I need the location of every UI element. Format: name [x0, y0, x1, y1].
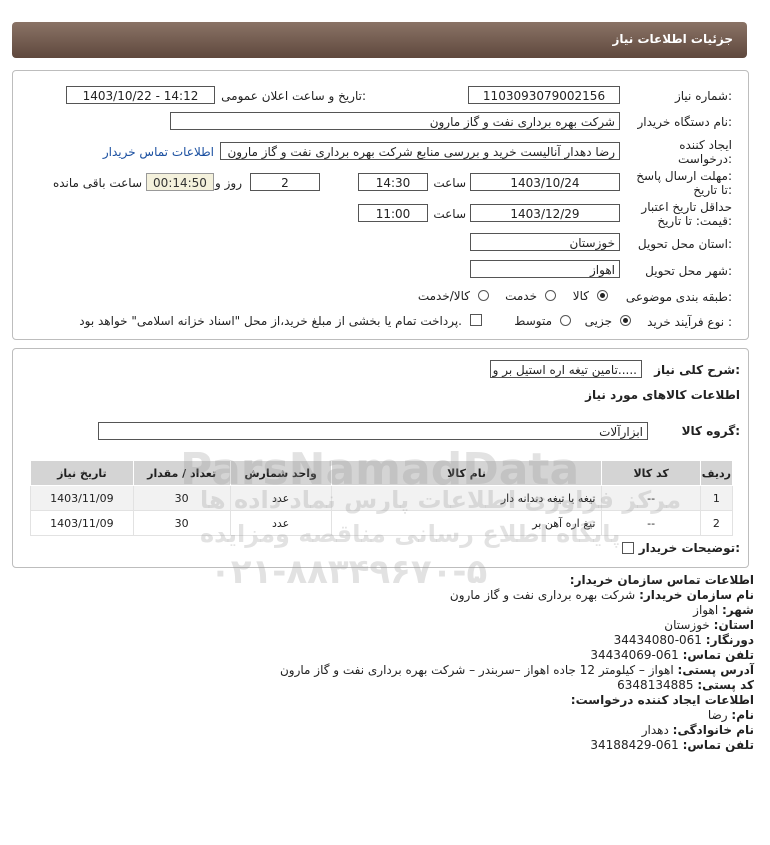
- col-qty: تعداد / مقدار: [132, 460, 231, 486]
- col-name: نام کالا: [330, 460, 603, 486]
- deadline-days-field[interactable]: 2: [250, 173, 320, 191]
- category-service-radio[interactable]: [545, 290, 556, 301]
- cell-unit: عدد: [229, 510, 332, 536]
- cell-date: 1403/11/09: [30, 485, 134, 511]
- cell-code: --: [601, 510, 701, 536]
- cell-date: 1403/11/09: [30, 510, 134, 536]
- province-field[interactable]: خوزستان: [470, 233, 620, 251]
- validity-time-label: ساعت: [433, 207, 466, 221]
- cell-name: تیغه یا تیغه دندانه دار: [330, 485, 603, 511]
- contact-org: نام سازمان خریدار: شرکت بهره برداری نفت …: [449, 588, 754, 602]
- col-row: ردیف: [699, 460, 734, 486]
- items-title: اطلاعات کالاهای مورد نیاز: [585, 388, 740, 402]
- process-medium-label: متوسط: [514, 314, 552, 328]
- requester-label-1: ایجاد کننده: [679, 138, 732, 152]
- deadline-label-2: تا تاریخ:: [693, 183, 732, 197]
- page-header: جزئیات اطلاعات نیاز: [12, 22, 747, 58]
- requester-field[interactable]: رضا دهدار آنالیست خرید و بررسی منابع شرک…: [220, 142, 620, 160]
- contact-title: اطلاعات تماس سازمان خریدار:: [569, 573, 754, 587]
- validity-date-field[interactable]: 1403/12/29: [470, 204, 620, 222]
- validity-label-1: حداقل تاریخ اعتبار: [641, 200, 732, 214]
- category-goods-radio[interactable]: [597, 290, 608, 301]
- process-minor-label: جزیی: [584, 314, 612, 328]
- city-label: شهر محل تحویل:: [645, 264, 732, 278]
- category-label: طبقه بندی موضوعی:: [625, 290, 732, 304]
- process-medium-radio[interactable]: [560, 315, 571, 326]
- cell-qty: 30: [132, 510, 231, 536]
- contact-section: اطلاعات تماس سازمان خریدار: نام سازمان خ…: [280, 573, 754, 753]
- summary-field[interactable]: تامین تیغه اره استیل بر و.....: [490, 360, 642, 378]
- validity-time-field[interactable]: 11:00: [358, 204, 428, 222]
- items-table-header: ردیف کد کالا نام کالا واحد شمارش تعداد /…: [30, 460, 734, 486]
- category-both-radio[interactable]: [478, 290, 489, 301]
- days-label: روز و: [215, 176, 242, 190]
- remaining-label: ساعت باقی مانده: [52, 176, 142, 190]
- contact-address: آدرس پستی: اهواز – کیلومتر 12 جاده اهواز…: [279, 663, 754, 677]
- table-row[interactable]: 2 -- تیغ اره آهن بر عدد 30 1403/11/09: [30, 510, 734, 536]
- category-service-label: خدمت: [505, 289, 537, 303]
- treasury-payment-note: پرداخت تمام یا بخشی از مبلغ خرید،از محل …: [79, 314, 462, 328]
- treasury-payment-checkbox[interactable]: [470, 314, 482, 326]
- province-label: استان محل تحویل:: [637, 237, 732, 251]
- buyer-contact-link[interactable]: اطلاعات تماس خریدار: [103, 145, 214, 159]
- buyer-notes-checkbox[interactable]: [622, 542, 634, 554]
- cell-row: 2: [699, 510, 734, 536]
- requester-label-2: درخواست:: [678, 152, 732, 166]
- deadline-label-1: مهلت ارسال پاسخ:: [636, 169, 732, 183]
- goods-group-label: گروه کالا:: [681, 424, 740, 438]
- buyer-org-label: نام دستگاه خریدار:: [637, 115, 733, 129]
- page-title: جزئیات اطلاعات نیاز: [612, 32, 733, 46]
- col-date: تاریخ نیاز: [30, 460, 134, 486]
- table-row[interactable]: 1 -- تیغه یا تیغه دندانه دار عدد 30 1403…: [30, 485, 734, 511]
- cell-qty: 30: [132, 485, 231, 511]
- remaining-time-field: 00:14:50: [146, 173, 214, 191]
- contact-province: استان: خوزستان: [664, 618, 754, 632]
- contact-postal: کد پستی: 6348134885: [617, 678, 754, 692]
- validity-label-2: قیمت: تا تاریخ:: [657, 214, 732, 228]
- creator-title: اطلاعات ایجاد کننده درخواست:: [570, 693, 754, 707]
- contact-city: شهر: اهواز: [693, 603, 754, 617]
- contact-fax: دورنگار: 061-34434080: [613, 633, 754, 647]
- items-table: ردیف کد کالا نام کالا واحد شمارش تعداد /…: [30, 460, 734, 536]
- cell-name: تیغ اره آهن بر: [330, 510, 603, 536]
- cell-row: 1: [699, 485, 734, 511]
- deadline-time-label: ساعت: [433, 176, 466, 190]
- cell-code: --: [601, 485, 701, 511]
- category-goods-label: کالا: [572, 289, 589, 303]
- need-number-label: شماره نیاز:: [674, 89, 732, 103]
- cell-unit: عدد: [229, 485, 332, 511]
- process-label: نوع فرآیند خرید :: [647, 315, 732, 329]
- need-number-field[interactable]: 1103093079002156: [468, 86, 620, 104]
- creator-name: نام: رضا: [707, 708, 754, 722]
- col-code: کد کالا: [601, 460, 701, 486]
- deadline-date-field[interactable]: 1403/10/24: [470, 173, 620, 191]
- category-both-label: کالا/خدمت: [417, 289, 470, 303]
- buyer-org-field[interactable]: شرکت بهره برداری نفت و گاز مارون: [170, 112, 620, 130]
- creator-phone: تلفن تماس: 061-34188429: [590, 738, 754, 752]
- announce-datetime-label: تاریخ و ساعت اعلان عمومی:: [221, 89, 366, 103]
- city-field[interactable]: اهواز: [470, 260, 620, 278]
- creator-family: نام خانوادگی: دهدار: [641, 723, 754, 737]
- announce-datetime-field[interactable]: 1403/10/22 - 14:12: [66, 86, 215, 104]
- goods-group-field[interactable]: ابزارآلات: [98, 422, 648, 440]
- process-minor-radio[interactable]: [620, 315, 631, 326]
- deadline-time-field[interactable]: 14:30: [358, 173, 428, 191]
- summary-label: شرح کلی نیاز:: [654, 363, 740, 377]
- col-unit: واحد شمارش: [229, 460, 332, 486]
- contact-phone: تلفن تماس: 061-34434069: [590, 648, 754, 662]
- buyer-notes-label: توضیحات خریدار:: [638, 541, 740, 555]
